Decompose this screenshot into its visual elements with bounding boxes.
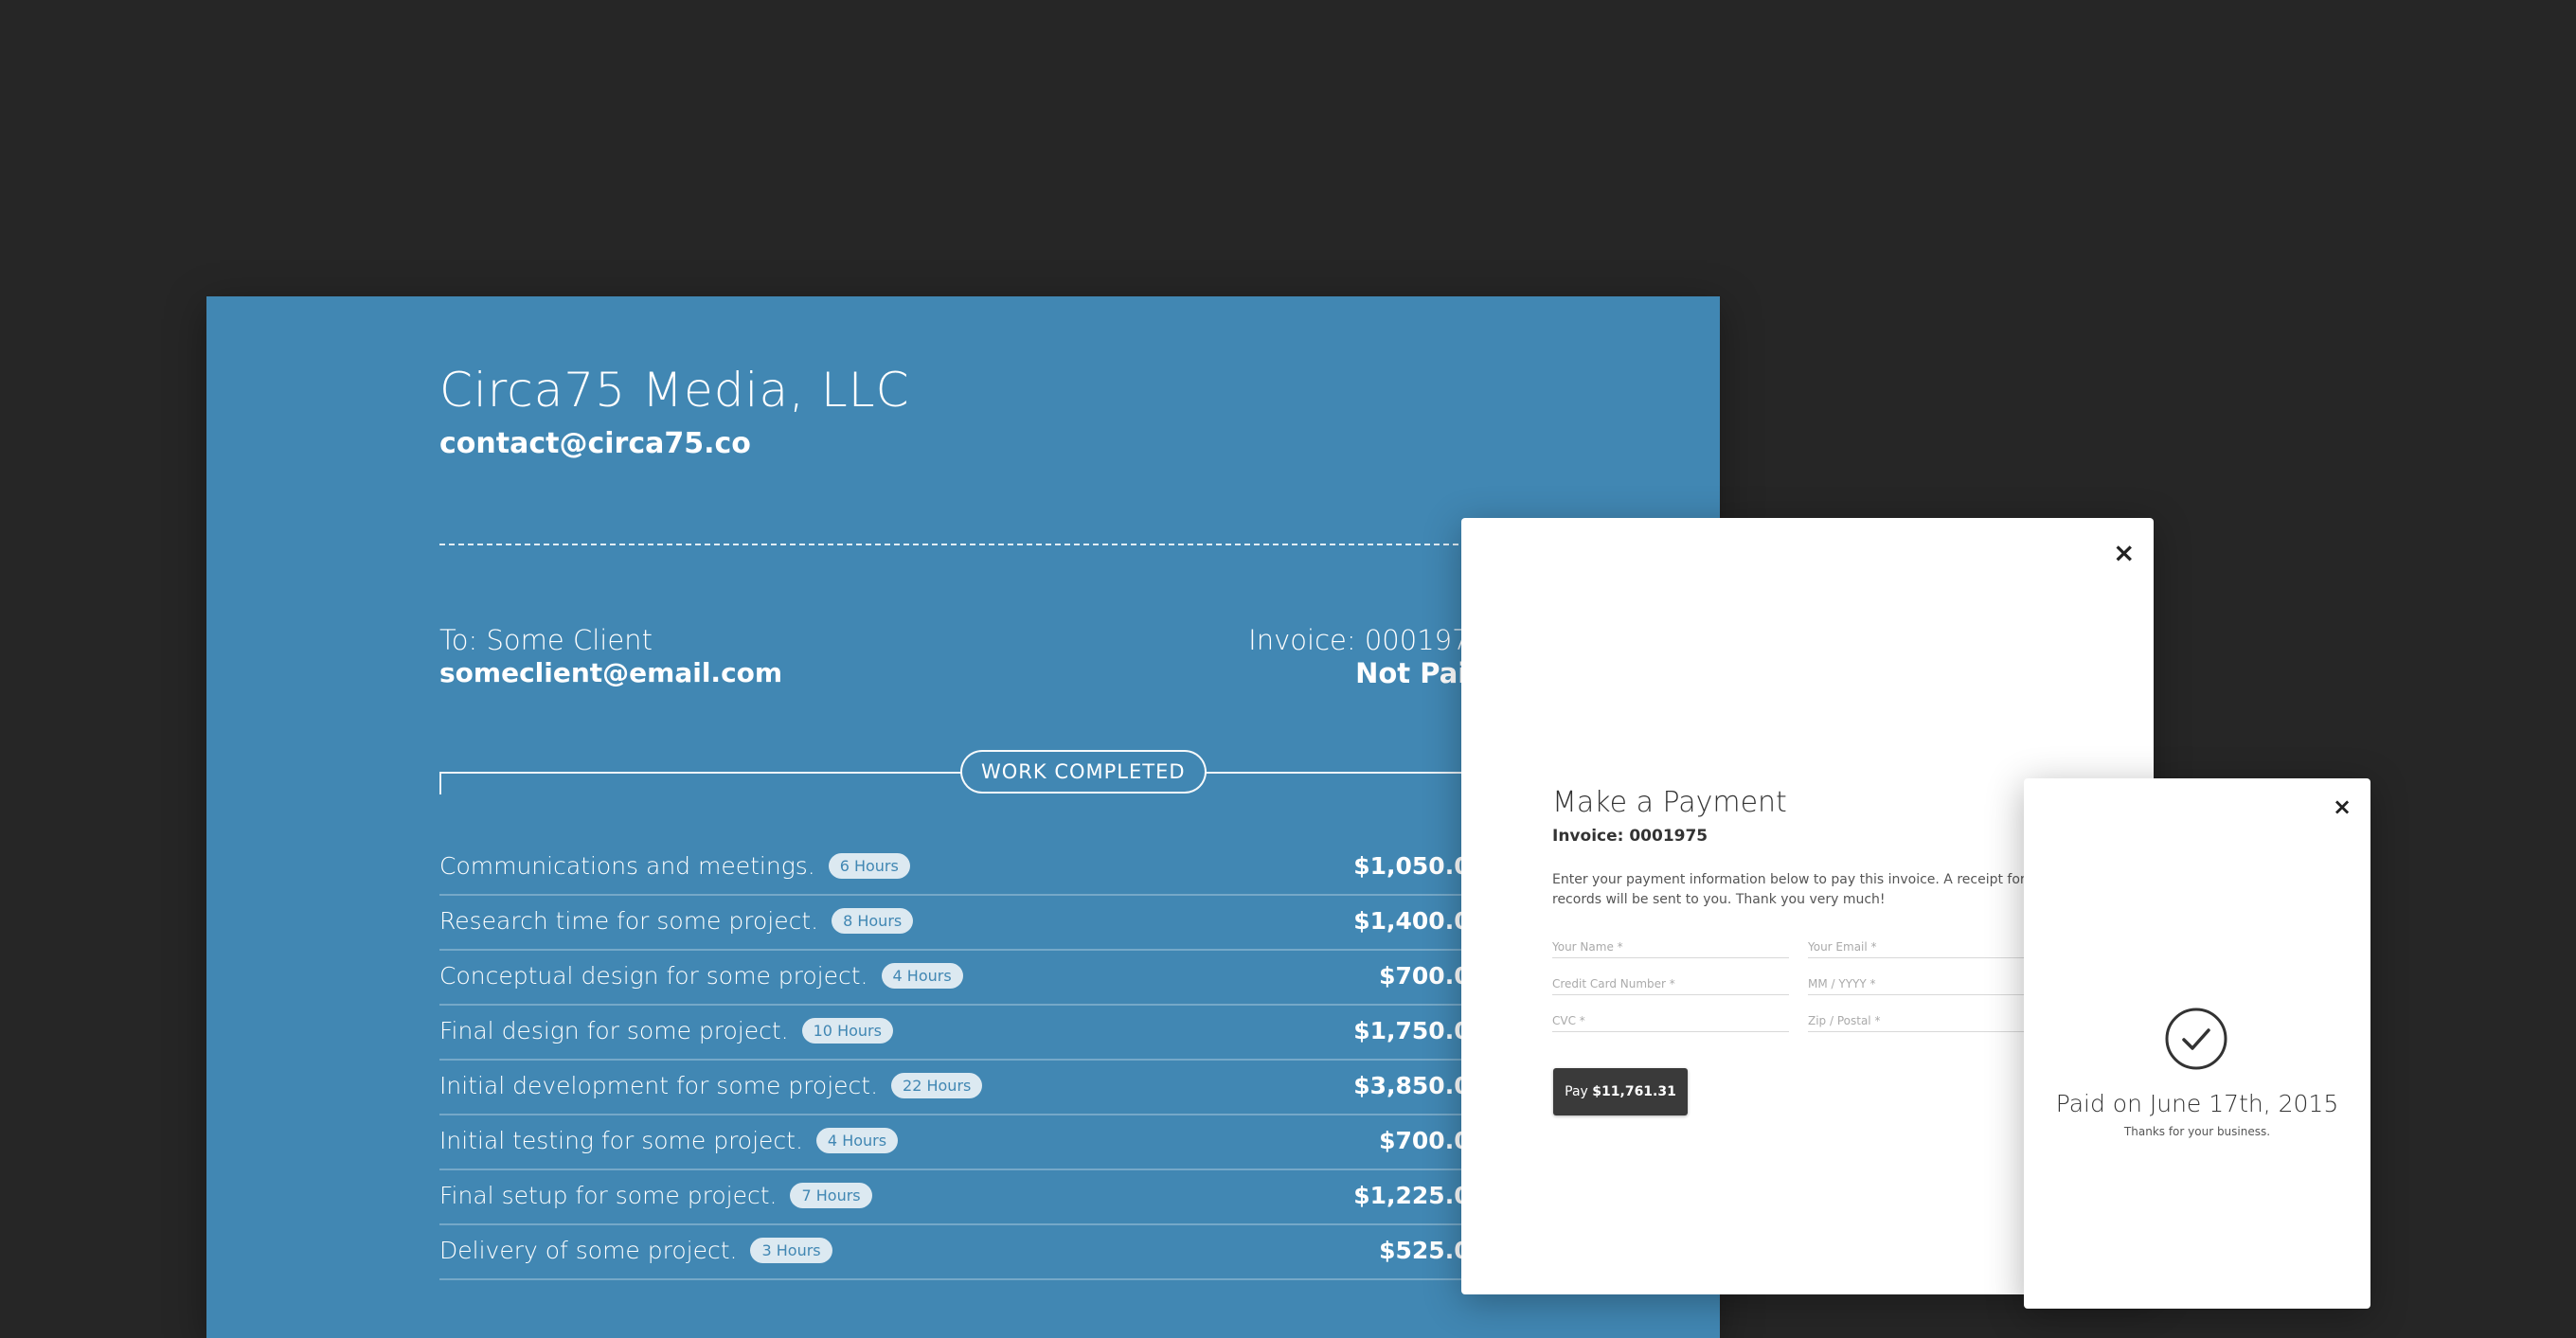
item-description: Final design for some project. bbox=[439, 1017, 789, 1044]
hours-badge: 7 Hours bbox=[790, 1183, 872, 1208]
item-description: Research time for some project. bbox=[439, 907, 819, 935]
line-item: Conceptual design for some project. 4 Hou… bbox=[439, 951, 1487, 1006]
item-description: Delivery of some project. bbox=[439, 1237, 738, 1264]
payment-instructions: Enter your payment information below to … bbox=[1552, 872, 2060, 907]
email-field[interactable] bbox=[1808, 937, 2045, 958]
client-name: To: Some Client bbox=[439, 624, 653, 656]
item-description: Communications and meetings. bbox=[439, 852, 815, 880]
item-description: Final setup for some project. bbox=[439, 1182, 778, 1209]
pay-button[interactable]: Pay $11,761.31 bbox=[1553, 1068, 1688, 1115]
client-email: someclient@email.com bbox=[439, 657, 783, 688]
paid-confirmation-modal: × Paid on June 17th, 2015 Thanks for you… bbox=[2024, 778, 2370, 1309]
line-item: Initial development for some project. 22 … bbox=[439, 1061, 1487, 1115]
pay-button-label: Pay bbox=[1565, 1084, 1588, 1099]
line-item: Initial testing for some project. 4 Hours… bbox=[439, 1115, 1487, 1170]
dashed-divider bbox=[439, 544, 1487, 545]
hours-badge: 10 Hours bbox=[801, 1018, 893, 1044]
hours-badge: 4 Hours bbox=[815, 1128, 899, 1153]
line-item: Delivery of some project. 3 Hours $525.00 bbox=[439, 1225, 1487, 1280]
expiry-field[interactable] bbox=[1808, 973, 2045, 995]
card-number-field[interactable] bbox=[1552, 973, 1789, 995]
company-name: Circa75 Media, LLC bbox=[439, 363, 910, 418]
name-field[interactable] bbox=[1552, 937, 1789, 958]
hours-badge: 8 Hours bbox=[832, 908, 914, 934]
line-item: Research time for some project. 8 Hours $… bbox=[439, 896, 1487, 951]
thank-you-text: Thanks for your business. bbox=[2123, 1125, 2271, 1138]
checkmark-circle-icon bbox=[2165, 1008, 2227, 1070]
invoice-number: Invoice: 0001975 bbox=[1248, 624, 1487, 656]
zip-field[interactable] bbox=[1808, 1010, 2045, 1032]
item-description: Initial development for some project. bbox=[439, 1072, 879, 1099]
line-item: Final setup for some project. 7 Hours $1,… bbox=[439, 1170, 1487, 1225]
section-title: WORK COMPLETED bbox=[960, 750, 1207, 794]
hours-badge: 3 Hours bbox=[750, 1238, 832, 1263]
close-icon[interactable]: × bbox=[2113, 540, 2135, 566]
item-description: Initial testing for some project. bbox=[439, 1127, 803, 1154]
close-icon[interactable]: × bbox=[2333, 795, 2352, 818]
hours-badge: 22 Hours bbox=[891, 1073, 983, 1098]
item-description: Conceptual design for some project. bbox=[439, 962, 868, 990]
line-item: Final design for some project. 10 Hours $… bbox=[439, 1006, 1487, 1061]
company-email: contact@circa75.co bbox=[439, 427, 751, 460]
paid-date-title: Paid on June 17th, 2015 bbox=[2055, 1090, 2339, 1117]
payment-invoice-number: Invoice: 0001975 bbox=[1552, 827, 1708, 846]
hours-badge: 6 Hours bbox=[828, 853, 910, 879]
hours-badge: 4 Hours bbox=[881, 963, 963, 989]
line-items: Communications and meetings. 6 Hours $1,0… bbox=[439, 841, 1487, 1280]
line-item: Communications and meetings. 6 Hours $1,0… bbox=[439, 841, 1487, 896]
pay-button-amount: $11,761.31 bbox=[1592, 1084, 1676, 1099]
payment-title: Make a Payment bbox=[1552, 786, 1787, 819]
cvc-field[interactable] bbox=[1552, 1010, 1789, 1032]
